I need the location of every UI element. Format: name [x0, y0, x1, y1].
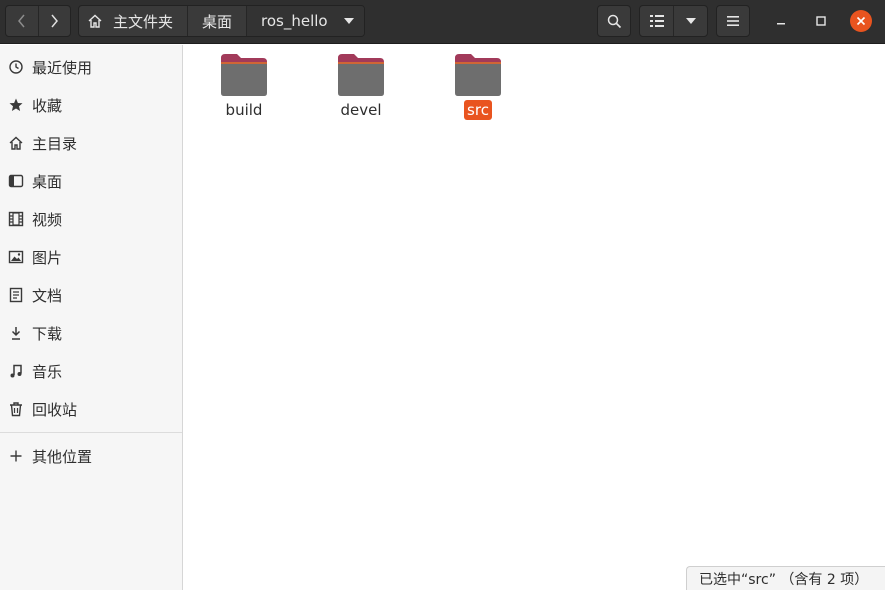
file-name: build [225, 101, 263, 119]
folder-icon [338, 54, 384, 96]
document-icon [8, 287, 24, 303]
sidebar-item-label: 图片 [32, 248, 63, 267]
chevron-left-icon [17, 14, 25, 28]
breadcrumb-home[interactable]: 主文件夹 [79, 6, 189, 36]
breadcrumb-label: 主文件夹 [113, 12, 174, 31]
list-view-icon [649, 15, 664, 27]
maximize-button[interactable] [810, 10, 832, 32]
file-view: build devel src [184, 45, 885, 590]
back-button[interactable] [6, 6, 38, 36]
sidebar-item-downloads[interactable]: 下载 [0, 315, 182, 351]
sidebar-item-music[interactable]: 音乐 [0, 353, 182, 389]
menu-button[interactable] [716, 5, 750, 37]
close-icon [856, 16, 866, 26]
breadcrumb-label: ros_hello [261, 12, 328, 30]
file-item-build[interactable]: build [194, 53, 294, 123]
sidebar-item-label: 回收站 [32, 400, 78, 419]
header-bar: 主文件夹 桌面 ros_hello [0, 0, 885, 44]
sidebar-item-pictures[interactable]: 图片 [0, 239, 182, 275]
sidebar-item-label: 桌面 [32, 172, 63, 191]
file-item-src[interactable]: src [428, 53, 528, 123]
folder-icon [221, 54, 267, 96]
view-options-button[interactable] [673, 6, 707, 36]
minimize-icon [777, 23, 785, 25]
recent-icon [8, 59, 24, 75]
maximize-icon [816, 16, 826, 26]
close-button[interactable] [850, 10, 872, 32]
music-icon [8, 363, 24, 379]
sidebar: 最近使用 收藏 主目录 桌面 视频 图片 文档 下载 音乐 回收站 其他位置 [0, 45, 183, 590]
sidebar-item-label: 视频 [32, 210, 63, 229]
sidebar-item-home[interactable]: 主目录 [0, 125, 182, 161]
caret-down-icon[interactable] [343, 18, 354, 24]
chevron-right-icon [51, 14, 59, 28]
sidebar-item-label: 文档 [32, 286, 63, 305]
download-icon [8, 325, 24, 341]
star-icon [8, 97, 24, 113]
breadcrumb-desktop[interactable]: 桌面 [188, 6, 248, 36]
view-toggle-group [639, 5, 708, 37]
sidebar-item-other-locations[interactable]: 其他位置 [0, 438, 182, 474]
status-bar: 已选中“src” （含有 2 项） [686, 566, 885, 590]
sidebar-item-documents[interactable]: 文档 [0, 277, 182, 313]
sidebar-item-videos[interactable]: 视频 [0, 201, 182, 237]
path-bar: 主文件夹 桌面 ros_hello [78, 5, 365, 37]
sidebar-item-trash[interactable]: 回收站 [0, 391, 182, 427]
sidebar-item-recent[interactable]: 最近使用 [0, 49, 182, 85]
sidebar-divider [0, 432, 182, 433]
navigation-buttons [5, 5, 71, 37]
sidebar-item-starred[interactable]: 收藏 [0, 87, 182, 123]
search-button[interactable] [597, 5, 631, 37]
folder-icon [455, 54, 501, 96]
file-name: devel [340, 101, 382, 119]
desktop-icon [8, 173, 24, 189]
minimize-button[interactable] [770, 10, 792, 32]
breadcrumb-label: 桌面 [202, 12, 233, 31]
sidebar-item-label: 最近使用 [32, 58, 93, 77]
list-view-button[interactable] [640, 6, 673, 36]
sidebar-item-label: 收藏 [32, 96, 63, 115]
video-icon [8, 211, 24, 227]
selection-status: 已选中“src” （含有 2 项） [699, 571, 869, 588]
home-icon [88, 14, 102, 28]
caret-down-icon [685, 18, 696, 24]
forward-button[interactable] [37, 6, 71, 36]
sidebar-item-label: 音乐 [32, 362, 63, 381]
file-item-devel[interactable]: devel [311, 53, 411, 123]
sidebar-item-label: 其他位置 [32, 447, 93, 466]
search-icon [607, 14, 621, 28]
picture-icon [8, 249, 24, 265]
sidebar-item-label: 下载 [32, 324, 63, 343]
trash-icon [8, 401, 24, 417]
file-name-selected: src [464, 100, 492, 120]
breadcrumb-current[interactable]: ros_hello [247, 6, 364, 36]
home-icon [8, 135, 24, 151]
sidebar-item-label: 主目录 [32, 134, 78, 153]
plus-icon [8, 448, 24, 464]
sidebar-item-desktop[interactable]: 桌面 [0, 163, 182, 199]
hamburger-menu-icon [727, 16, 739, 26]
